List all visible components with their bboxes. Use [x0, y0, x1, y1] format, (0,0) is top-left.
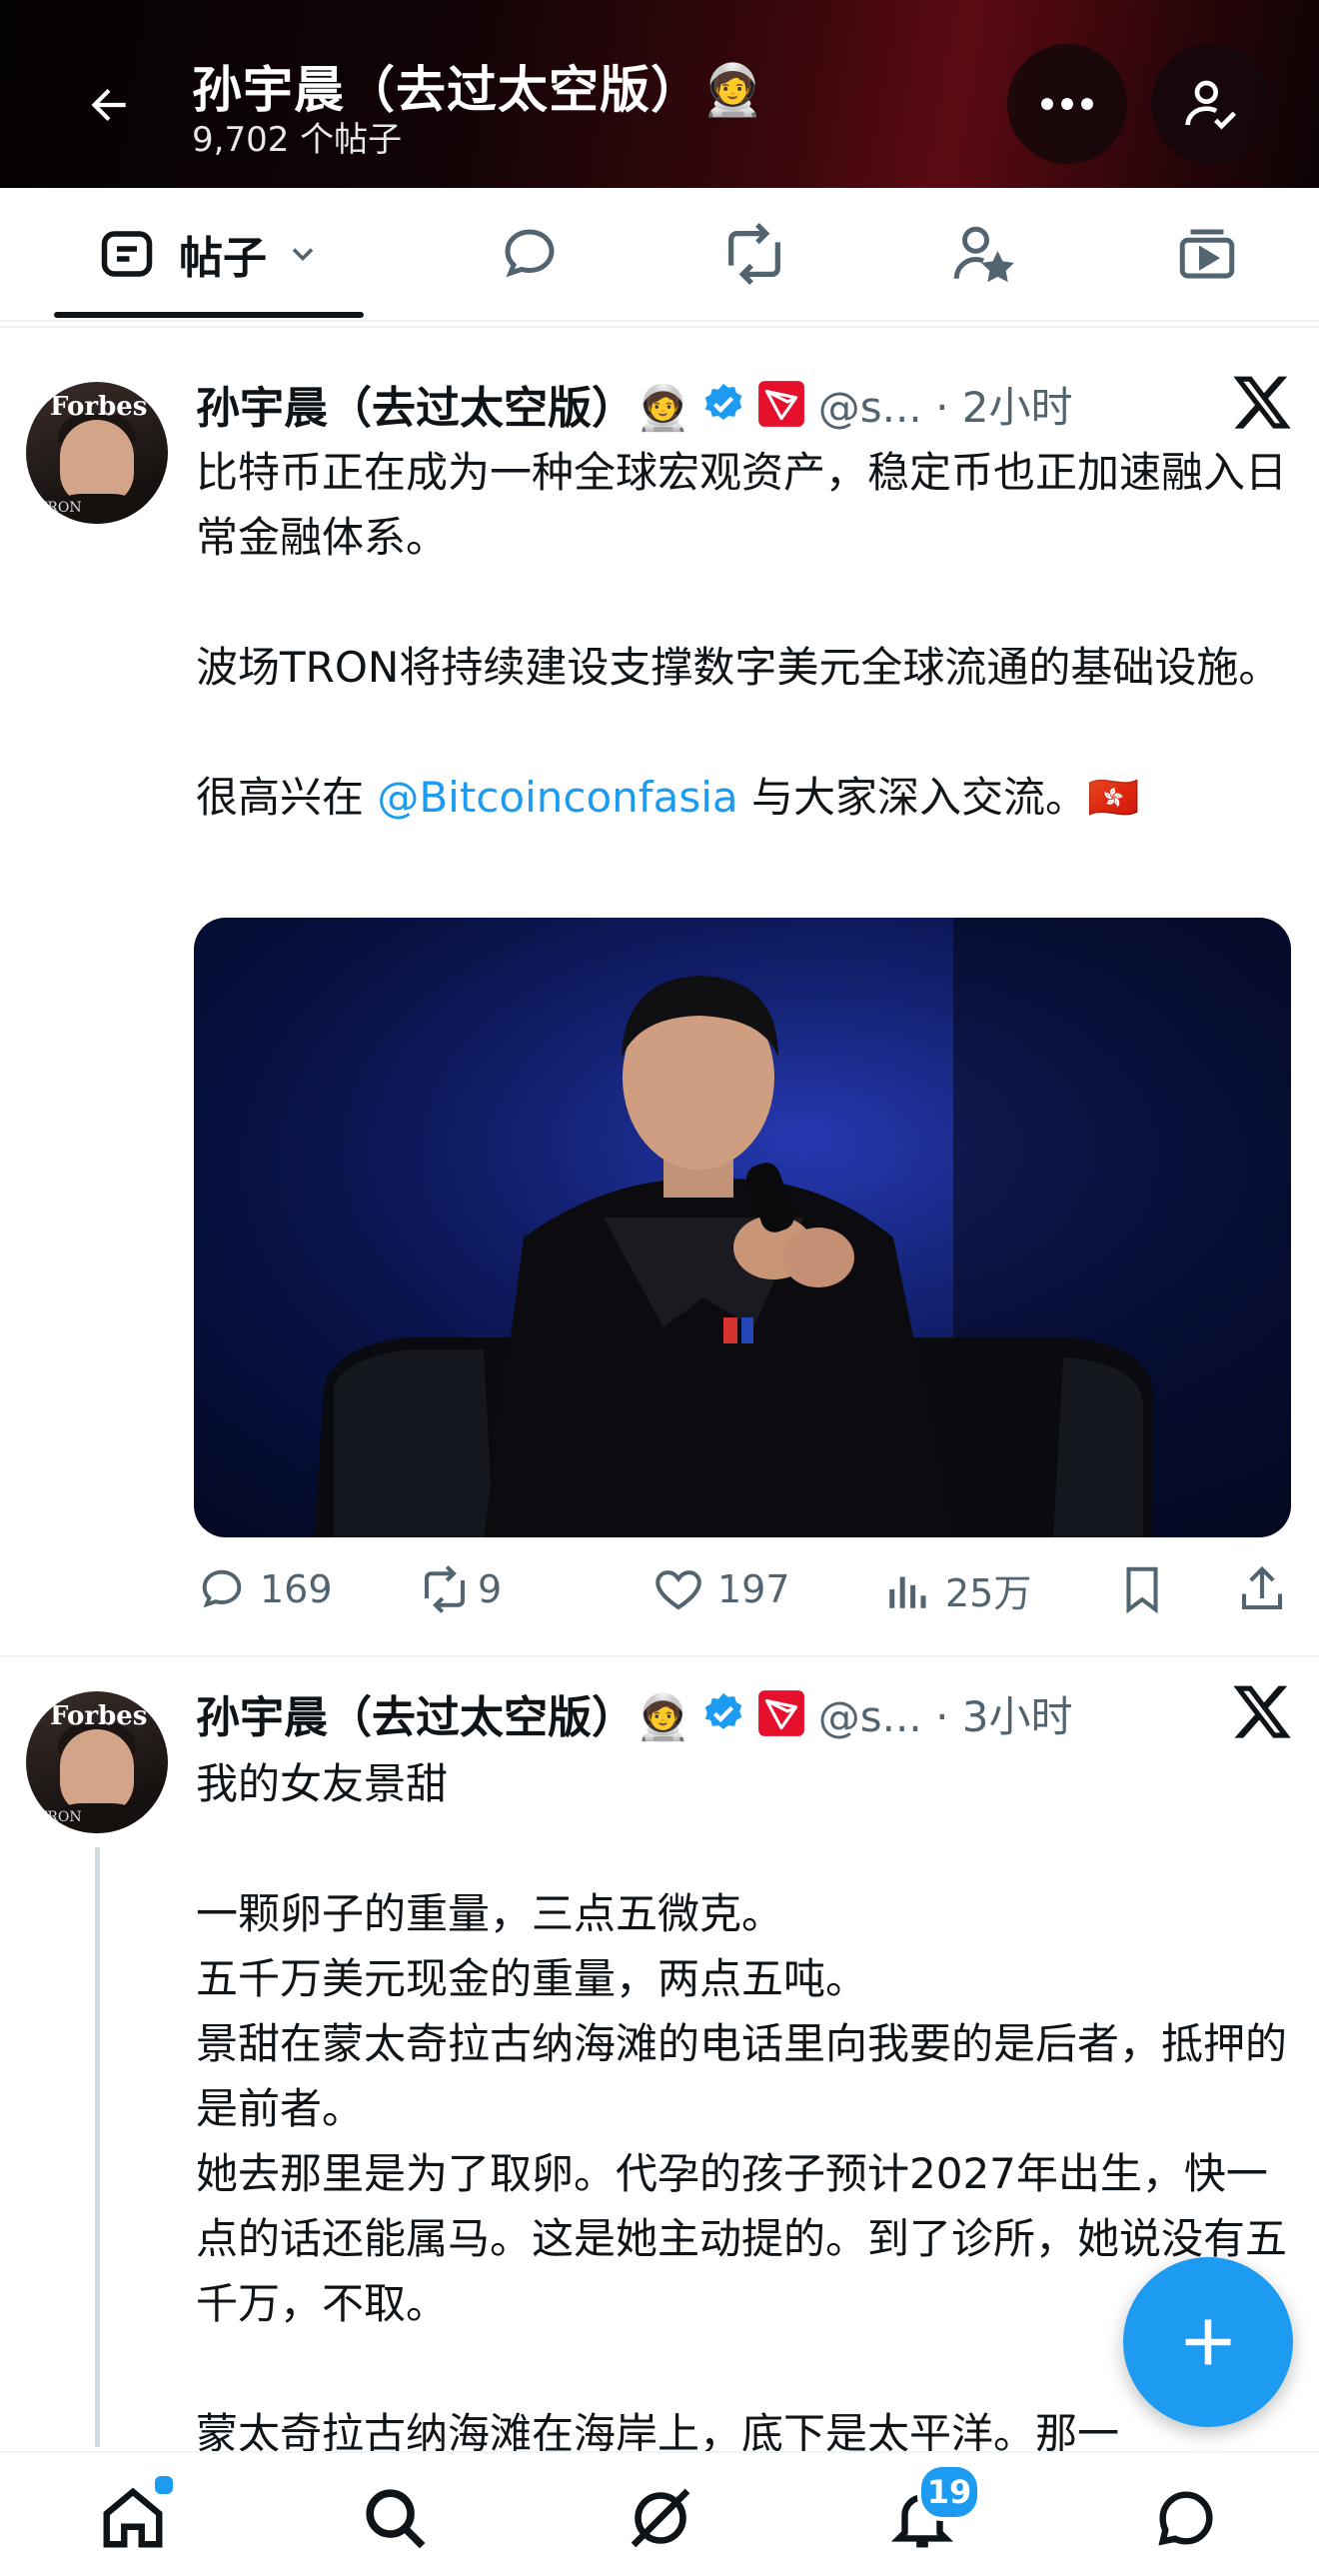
text-fragment: 与大家深入交流。🇭🇰 — [737, 773, 1140, 822]
nav-messages[interactable] — [1141, 2473, 1231, 2563]
chat-bubble-icon — [1158, 2491, 1213, 2546]
post-paragraph: 景甜在蒙太奇拉古纳海滩的电话里向我要的是后者，抵押的是前者。 — [196, 2019, 1288, 2133]
tab-posts[interactable]: 帖子 — [54, 188, 364, 320]
tab-videos[interactable] — [1157, 188, 1257, 320]
handle-and-time[interactable]: @s... · 2小时 — [818, 374, 1073, 435]
tab-posts-label: 帖子 — [179, 233, 267, 284]
profile-tabs: 帖子 — [0, 188, 1319, 322]
share-icon — [1241, 1565, 1283, 1610]
tab-replies[interactable] — [480, 188, 580, 320]
handle-and-time[interactable]: @s... · 3小时 — [818, 1683, 1073, 1744]
post-header: 孙宇晨（去过太空版）🧑‍🚀 @s... · 3小时 — [196, 1683, 1073, 1743]
post-paragraph: 很高兴在 @Bitcoinconfasia 与大家深入交流。🇭🇰 — [196, 765, 1295, 830]
more-options-button[interactable] — [1007, 44, 1127, 164]
nav-grok[interactable] — [616, 2473, 705, 2563]
author-name[interactable]: 孙宇晨（去过太空版）🧑‍🚀 — [196, 372, 690, 436]
arrow-left-icon — [91, 88, 126, 122]
avatar-magazine-text: Forbes — [50, 392, 148, 422]
chevron-down-icon — [292, 248, 314, 262]
reply-count: 169 — [260, 1567, 333, 1611]
verified-badge-icon — [704, 383, 742, 420]
nav-home[interactable] — [88, 2473, 178, 2563]
post-paragraph: 波场TRON将持续建设支撑数字美元全球流通的基础设施。 — [196, 643, 1281, 692]
post-actions: 169 9 197 25万 — [196, 1559, 1295, 1619]
post-count: 9,702 个帖子 — [192, 120, 403, 160]
post-paragraph: 我的女友景甜 — [196, 1759, 449, 1808]
x-logo-icon — [1233, 376, 1291, 429]
avatar-magazine-text: Forbes — [50, 1701, 148, 1731]
thread-connector — [95, 1847, 100, 2447]
more-icon — [1041, 98, 1093, 110]
views-icon — [889, 1576, 926, 1608]
notification-badge: 19 — [917, 2463, 981, 2521]
avatar-cover-text: TRON — [38, 500, 82, 516]
reply-icon — [202, 1569, 242, 1608]
nav-notifications[interactable]: 19 — [877, 2463, 981, 2563]
author-name[interactable]: 孙宇晨（去过太空版）🧑‍🚀 — [196, 1681, 690, 1745]
person-star-icon — [953, 226, 1014, 283]
post-paragraph: 一颗卵子的重量，三点五微克。 — [196, 1889, 784, 1938]
profile-header: 孙宇晨（去过太空版）🧑‍🚀 9,702 个帖子 — [0, 0, 1319, 188]
avatar[interactable]: Forbes TRON — [26, 1691, 168, 1833]
post-body: 比特币正在成为一种全球宏观资产，稳定币也正加速融入日常金融体系。 波场TRON将… — [196, 440, 1295, 830]
unread-dot — [152, 2473, 176, 2497]
tron-affiliate-icon — [757, 381, 804, 427]
text-fragment: 很高兴在 — [196, 773, 378, 822]
post-image[interactable] — [194, 918, 1291, 1537]
nav-search[interactable] — [350, 2473, 440, 2563]
avatar-cover-text: TRON — [38, 1809, 82, 1825]
views-button[interactable]: 25万 — [883, 1559, 1031, 1619]
bottom-navigation: 19 — [0, 2451, 1319, 2576]
search-icon — [366, 2489, 426, 2549]
compose-button[interactable] — [1123, 2257, 1293, 2427]
post-paragraph: 比特币正在成为一种全球宏观资产，稳定币也正加速融入日常金融体系。 — [196, 448, 1288, 562]
posts-icon — [101, 231, 153, 277]
post-header: 孙宇晨（去过太空版）🧑‍🚀 @s... · 2小时 — [196, 374, 1073, 434]
mention-link[interactable]: @Bitcoinconfasia — [377, 773, 737, 822]
avatar[interactable]: Forbes TRON — [26, 382, 168, 524]
share-button[interactable] — [1235, 1559, 1289, 1619]
repost-icon — [728, 222, 780, 286]
repost-icon — [424, 1565, 466, 1613]
divider — [0, 1655, 1319, 1657]
video-icon — [1179, 229, 1235, 279]
tron-affiliate-icon — [757, 1690, 804, 1736]
x-logo-icon — [1233, 1685, 1291, 1738]
reply-button[interactable]: 169 — [196, 1559, 333, 1619]
reply-bubble-icon — [505, 229, 555, 278]
active-tab-indicator — [54, 312, 364, 318]
following-button[interactable] — [1151, 44, 1271, 164]
heart-icon — [656, 1570, 701, 1610]
bookmark-icon — [1126, 1566, 1158, 1614]
post-paragraph: 五千万美元现金的重量，两点五吨。 — [196, 1954, 868, 2003]
like-button[interactable]: 197 — [652, 1559, 790, 1619]
back-button[interactable] — [64, 60, 154, 150]
tab-subscriptions[interactable] — [931, 188, 1031, 320]
person-check-icon — [1185, 80, 1236, 130]
like-count: 197 — [717, 1567, 790, 1611]
plus-icon — [1185, 2319, 1231, 2365]
grok-icon — [631, 2488, 690, 2548]
tab-reposts[interactable] — [704, 188, 804, 320]
repost-button[interactable]: 9 — [418, 1559, 502, 1619]
view-count: 25万 — [945, 1570, 1032, 1615]
divider — [0, 326, 1319, 328]
speaker-photo — [194, 918, 1291, 1537]
verified-badge-icon — [704, 1692, 742, 1729]
bookmark-button[interactable] — [1115, 1559, 1169, 1619]
repost-count: 9 — [478, 1567, 503, 1611]
